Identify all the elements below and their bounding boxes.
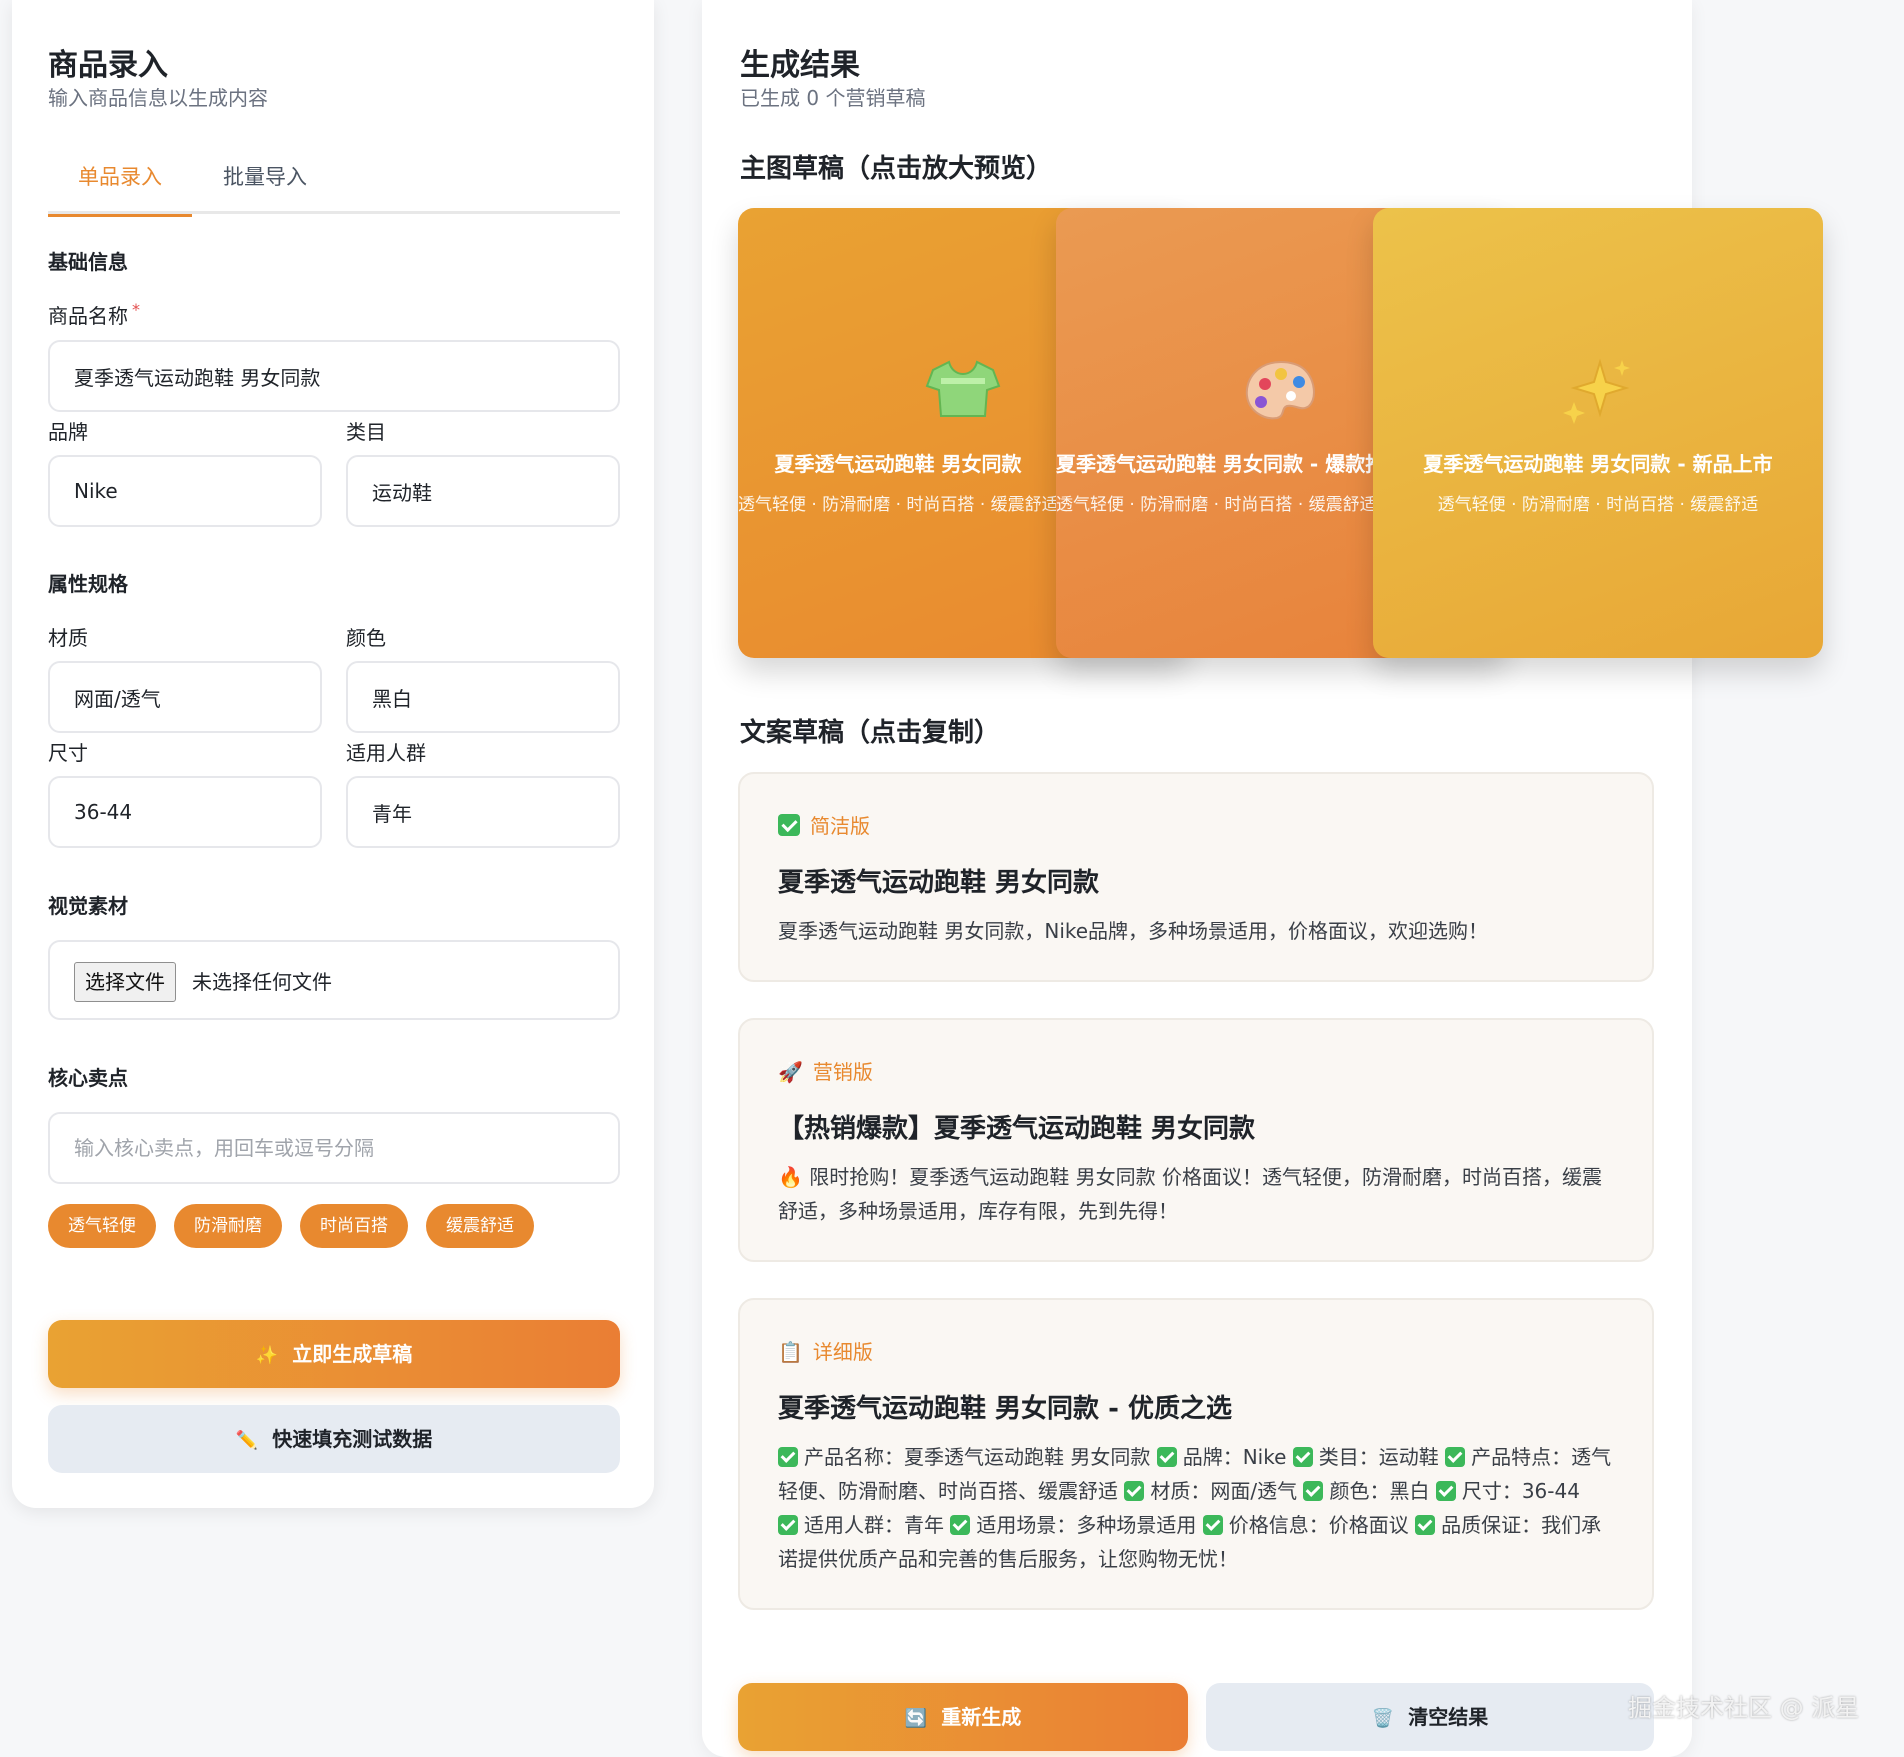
check-icon: [1415, 1515, 1436, 1535]
copy-body-text: 限时抢购！夏季透气运动跑鞋 男女同款 价格面议！透气轻便，防滑耐磨，时尚百搭，缓…: [778, 1165, 1602, 1223]
sparkles-icon: ✨: [255, 1345, 279, 1366]
copy-badge: 📋 详细版: [778, 1338, 873, 1366]
check-icon: [1202, 1515, 1223, 1535]
audience-input[interactable]: [346, 776, 620, 848]
size-input[interactable]: [48, 776, 322, 848]
generate-drafts-button[interactable]: ✨ 立即生成草稿: [48, 1320, 620, 1388]
sparkles-icon: [1373, 358, 1823, 428]
check-icon: [1292, 1447, 1313, 1467]
copy-badge-label: 详细版: [812, 1340, 873, 1364]
section-selling-points: 核心卖点: [48, 1066, 128, 1090]
check-icon: [1124, 1481, 1145, 1501]
file-upload-field: 选择文件 未选择任何文件: [48, 940, 620, 1020]
selling-point-tag[interactable]: 缓震舒适: [426, 1204, 534, 1248]
audience-label: 适用人群: [346, 741, 426, 765]
check-icon: [1303, 1481, 1324, 1501]
check-icon: [1435, 1481, 1456, 1501]
detail-item: 尺寸：36-44: [1461, 1479, 1580, 1503]
tab-batch-import[interactable]: 批量导入: [193, 162, 337, 214]
copy-title: 【热销爆款】夏季透气运动跑鞋 男女同款: [778, 1114, 1256, 1144]
copy-body: 夏季透气运动跑鞋 男女同款，Nike品牌，多种场景适用，价格面议，欢迎选购！: [778, 919, 1489, 943]
image-draft-title: 夏季透气运动跑鞋 男女同款 - 新品上市: [1423, 452, 1773, 476]
detail-item: 适用人群：青年: [804, 1513, 944, 1537]
detail-item: 价格信息：价格面议: [1228, 1513, 1409, 1537]
copy-badge: 简洁版: [778, 812, 870, 840]
category-label: 类目: [346, 420, 386, 444]
choose-file-button[interactable]: 选择文件: [74, 962, 176, 1002]
copy-drafts-heading: 文案草稿（点击复制）: [740, 718, 1001, 748]
required-mark: *: [132, 300, 140, 319]
detail-item: 品牌：Nike: [1182, 1445, 1287, 1469]
section-basic-info: 基础信息: [48, 250, 128, 274]
copy-body: 🔥 限时抢购！夏季透气运动跑鞋 男女同款 价格面议！透气轻便，防滑耐磨，时尚百搭…: [778, 1160, 1612, 1228]
pencil-icon: ✏️: [235, 1430, 259, 1451]
results-subtitle: 已生成 0 个营销草稿: [740, 86, 926, 110]
watermark: 掘金技术社区 @ 派星: [1628, 1694, 1860, 1722]
check-icon: [1445, 1447, 1466, 1467]
copy-draft-card-detailed[interactable]: 📋 详细版 夏季透气运动跑鞋 男女同款 - 优质之选 产品名称：夏季透气运动跑鞋 …: [738, 1298, 1654, 1610]
copy-title: 夏季透气运动跑鞋 男女同款 - 优质之选: [778, 1394, 1232, 1424]
selling-point-tag[interactable]: 透气轻便: [48, 1204, 156, 1248]
copy-badge-label: 简洁版: [810, 814, 870, 838]
brand-label: 品牌: [48, 420, 88, 444]
category-input[interactable]: [346, 455, 620, 527]
detail-item: 适用场景：多种场景适用: [976, 1513, 1197, 1537]
refresh-icon: 🔄: [904, 1708, 928, 1729]
image-drafts-heading: 主图草稿（点击放大预览）: [740, 154, 1053, 184]
rocket-icon: 🚀: [778, 1060, 803, 1084]
results-title: 生成结果: [740, 48, 860, 83]
check-icon: [778, 814, 800, 836]
size-label: 尺寸: [48, 741, 88, 765]
selling-points-input[interactable]: [48, 1112, 620, 1184]
section-attributes: 属性规格: [48, 572, 128, 596]
selling-point-tag[interactable]: 防滑耐磨: [174, 1204, 282, 1248]
check-icon: [950, 1515, 971, 1535]
fill-test-data-button[interactable]: ✏️ 快速填充测试数据: [48, 1405, 620, 1473]
fill-test-data-label: 快速填充测试数据: [272, 1427, 433, 1451]
clear-results-button[interactable]: 🗑️ 清空结果: [1206, 1683, 1654, 1751]
copy-draft-card-simple[interactable]: 简洁版 夏季透气运动跑鞋 男女同款 夏季透气运动跑鞋 男女同款，Nike品牌，多…: [738, 772, 1654, 982]
fire-icon: 🔥: [778, 1165, 803, 1189]
color-label: 颜色: [346, 626, 386, 650]
detail-item: 产品名称：夏季透气运动跑鞋 男女同款: [804, 1445, 1151, 1469]
image-draft-card[interactable]: 夏季透气运动跑鞋 男女同款 - 新品上市 透气轻便 · 防滑耐磨 · 时尚百搭 …: [1373, 208, 1823, 658]
tab-single-entry[interactable]: 单品录入: [48, 162, 192, 217]
brand-input[interactable]: [48, 455, 322, 527]
regenerate-label: 重新生成: [941, 1705, 1022, 1729]
product-name-label-text: 商品名称: [48, 304, 128, 328]
copy-draft-card-marketing[interactable]: 🚀 营销版 【热销爆款】夏季透气运动跑鞋 男女同款 🔥 限时抢购！夏季透气运动跑鞋…: [738, 1018, 1654, 1262]
trash-icon: 🗑️: [1371, 1708, 1395, 1729]
copy-badge: 🚀 营销版: [778, 1058, 873, 1086]
entry-tabs: 单品录入 批量导入: [48, 150, 620, 217]
product-entry-panel: 商品录入 输入商品信息以生成内容 单品录入 批量导入 基础信息 商品名称* 品牌…: [12, 0, 654, 1508]
material-label: 材质: [48, 626, 88, 650]
check-icon: [778, 1447, 798, 1467]
panel-title: 商品录入: [48, 48, 168, 83]
product-name-label: 商品名称 *: [48, 300, 140, 329]
copy-title: 夏季透气运动跑鞋 男女同款: [778, 868, 1100, 898]
product-name-input[interactable]: [48, 340, 620, 412]
check-icon: [1156, 1447, 1177, 1467]
image-draft-desc: 透气轻便 · 防滑耐磨 · 时尚百搭 · 缓震舒适: [1437, 495, 1759, 515]
file-status: 未选择任何文件: [192, 970, 332, 994]
clear-results-label: 清空结果: [1408, 1705, 1489, 1729]
copy-badge-label: 营销版: [812, 1060, 873, 1084]
clipboard-icon: 📋: [778, 1340, 803, 1364]
material-input[interactable]: [48, 661, 322, 733]
generate-drafts-label: 立即生成草稿: [292, 1342, 413, 1366]
regenerate-button[interactable]: 🔄 重新生成: [738, 1683, 1188, 1751]
copy-body: 产品名称：夏季透气运动跑鞋 男女同款 品牌：Nike 类目：运动鞋 产品特点：透…: [778, 1440, 1612, 1576]
check-icon: [778, 1515, 798, 1535]
panel-subtitle: 输入商品信息以生成内容: [48, 86, 268, 110]
detail-item: 材质：网面/透气: [1150, 1479, 1298, 1503]
detail-item: 类目：运动鞋: [1318, 1445, 1439, 1469]
detail-item: 颜色：黑白: [1329, 1479, 1430, 1503]
color-input[interactable]: [346, 661, 620, 733]
selling-point-tag[interactable]: 时尚百搭: [300, 1204, 408, 1248]
section-visual-assets: 视觉素材: [48, 894, 128, 918]
